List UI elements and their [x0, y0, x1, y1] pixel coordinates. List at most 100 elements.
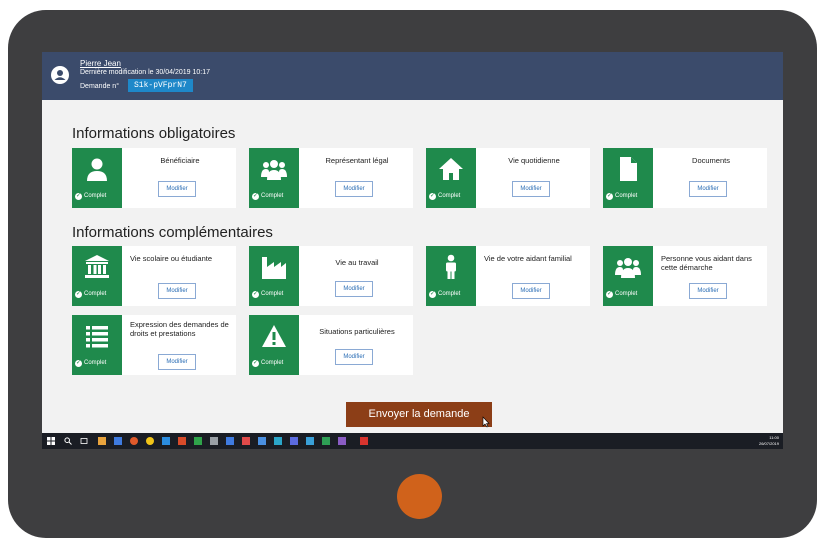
modify-button-personne-aidant[interactable]: Modifier	[689, 283, 727, 299]
person-icon	[87, 158, 107, 181]
home-button[interactable]	[397, 474, 442, 519]
check-icon: ✓	[606, 291, 613, 298]
clock-date: 26/07/2019	[758, 441, 779, 446]
card-title: Vie scolaire ou étudiante	[130, 254, 213, 263]
card-title: Vie de votre aidant familial	[484, 254, 572, 263]
card-vie-aidant: ✓ Complet Vie de votre aidant familial Mo…	[426, 246, 590, 306]
app-icon-2[interactable]	[194, 437, 202, 445]
card-documents: ✓ Complet Documents Modifier	[603, 148, 767, 208]
status-complete: ✓ Complet	[252, 193, 284, 200]
modify-button-vie-travail[interactable]: Modifier	[335, 281, 373, 297]
firefox-icon[interactable]	[130, 437, 138, 445]
card-status-badge: ✓ Complet	[249, 315, 299, 375]
modify-button-beneficiaire[interactable]: Modifier	[158, 181, 196, 197]
card-situations: ✓ Complet Situations particulières Modifi…	[249, 315, 413, 375]
modify-button-vie-aidant[interactable]: Modifier	[512, 283, 550, 299]
card-status-badge: ✓ Complet	[72, 315, 122, 375]
check-icon: ✓	[429, 193, 436, 200]
group-icon	[261, 160, 287, 180]
card-status-badge: ✓ Complet	[426, 148, 476, 208]
card-representant-legal: ✓ Complet Représentant légal Modifier	[249, 148, 413, 208]
edge-icon[interactable]	[162, 437, 170, 445]
user-avatar-icon	[51, 66, 69, 84]
app-icon-12[interactable]	[360, 437, 368, 445]
card-title: Vie au travail	[335, 258, 379, 267]
card-title: Bénéficiaire	[160, 156, 200, 165]
section-title-obligatoires: Informations obligatoires	[72, 125, 236, 142]
card-title: Représentant légal	[325, 156, 389, 165]
status-complete: ✓ Complet	[606, 291, 638, 298]
app-icon-8[interactable]	[290, 437, 298, 445]
check-icon: ✓	[75, 193, 82, 200]
app-icon-3[interactable]	[210, 437, 218, 445]
status-complete: ✓ Complet	[429, 291, 461, 298]
card-title: Documents	[692, 156, 730, 165]
card-vie-scolaire: ✓ Complet Vie scolaire ou étudiante Modif…	[72, 246, 236, 306]
factory-icon	[262, 257, 286, 279]
card-title: Situations particulières	[319, 327, 395, 336]
header-bar: Pierre Jean Dernière modification le 30/…	[42, 52, 783, 100]
app-icon-6[interactable]	[258, 437, 266, 445]
user-name-link[interactable]: Pierre Jean	[80, 59, 121, 68]
app-icon-11[interactable]	[338, 437, 346, 445]
check-icon: ✓	[75, 360, 82, 367]
card-status-badge: ✓ Complet	[249, 148, 299, 208]
task-view-icon[interactable]	[80, 437, 88, 445]
taskbar: 11:00 26/07/2019	[42, 433, 783, 449]
section-title-complementaires: Informations complémentaires	[72, 224, 273, 241]
modify-button-documents[interactable]: Modifier	[689, 181, 727, 197]
card-status-badge: ✓ Complet	[426, 246, 476, 306]
windows-start-icon[interactable]	[47, 437, 55, 445]
modify-button-representant[interactable]: Modifier	[335, 181, 373, 197]
app-icon-5[interactable]	[242, 437, 250, 445]
app-icon-10[interactable]	[322, 437, 330, 445]
mouse-cursor-icon	[482, 416, 490, 428]
file-explorer-icon[interactable]	[98, 437, 106, 445]
list-icon	[86, 326, 108, 348]
status-complete: ✓ Complet	[429, 193, 461, 200]
modify-button-vie-scolaire[interactable]: Modifier	[158, 283, 196, 299]
screen: Pierre Jean Dernière modification le 30/…	[42, 52, 783, 449]
card-title: Vie quotidienne	[508, 156, 560, 165]
send-request-button[interactable]: Envoyer la demande	[346, 402, 492, 427]
modify-button-expression[interactable]: Modifier	[158, 354, 196, 370]
card-status-badge: ✓ Complet	[603, 246, 653, 306]
card-personne-aidant: ✓ Complet Personne vous aidant dans cette…	[603, 246, 767, 306]
card-vie-quotidienne: ✓ Complet Vie quotidienne Modifier	[426, 148, 590, 208]
institution-icon	[85, 255, 109, 278]
chrome-icon[interactable]	[146, 437, 154, 445]
check-icon: ✓	[606, 193, 613, 200]
app-icon-1[interactable]	[178, 437, 186, 445]
card-status-badge: ✓ Complet	[72, 246, 122, 306]
card-status-badge: ✓ Complet	[603, 148, 653, 208]
warning-icon	[262, 325, 286, 347]
app-icon-9[interactable]	[306, 437, 314, 445]
check-icon: ✓	[252, 291, 259, 298]
modify-button-situations[interactable]: Modifier	[335, 349, 373, 365]
status-complete: ✓ Complet	[252, 360, 284, 367]
check-icon: ✓	[75, 291, 82, 298]
card-title: Personne vous aidant dans cette démarche	[661, 254, 752, 272]
status-complete: ✓ Complet	[75, 193, 107, 200]
card-status-badge: ✓ Complet	[72, 148, 122, 208]
card-title: Expression des demandes de droits et pre…	[130, 320, 229, 338]
card-status-badge: ✓ Complet	[249, 246, 299, 306]
app-icon-7[interactable]	[274, 437, 282, 445]
app-icon-4[interactable]	[226, 437, 234, 445]
card-expression: ✓ Complet Expression des demandes de droi…	[72, 315, 236, 375]
store-icon[interactable]	[114, 437, 122, 445]
modify-button-vie-quotidienne[interactable]: Modifier	[512, 181, 550, 197]
home-icon	[439, 158, 463, 180]
taskbar-clock: 11:00 26/07/2019	[759, 435, 779, 447]
standing-person-icon	[446, 254, 456, 279]
status-complete: ✓ Complet	[75, 291, 107, 298]
search-icon[interactable]	[64, 437, 72, 445]
check-icon: ✓	[429, 291, 436, 298]
status-complete: ✓ Complet	[75, 360, 107, 367]
status-complete: ✓ Complet	[252, 291, 284, 298]
check-icon: ✓	[252, 193, 259, 200]
last-modified-text: Dernière modification le 30/04/2019 10:1…	[80, 69, 210, 76]
card-beneficiaire: ✓ Complet Bénéficiaire Modifier	[72, 148, 236, 208]
group-icon	[615, 258, 641, 278]
document-icon	[620, 157, 637, 181]
